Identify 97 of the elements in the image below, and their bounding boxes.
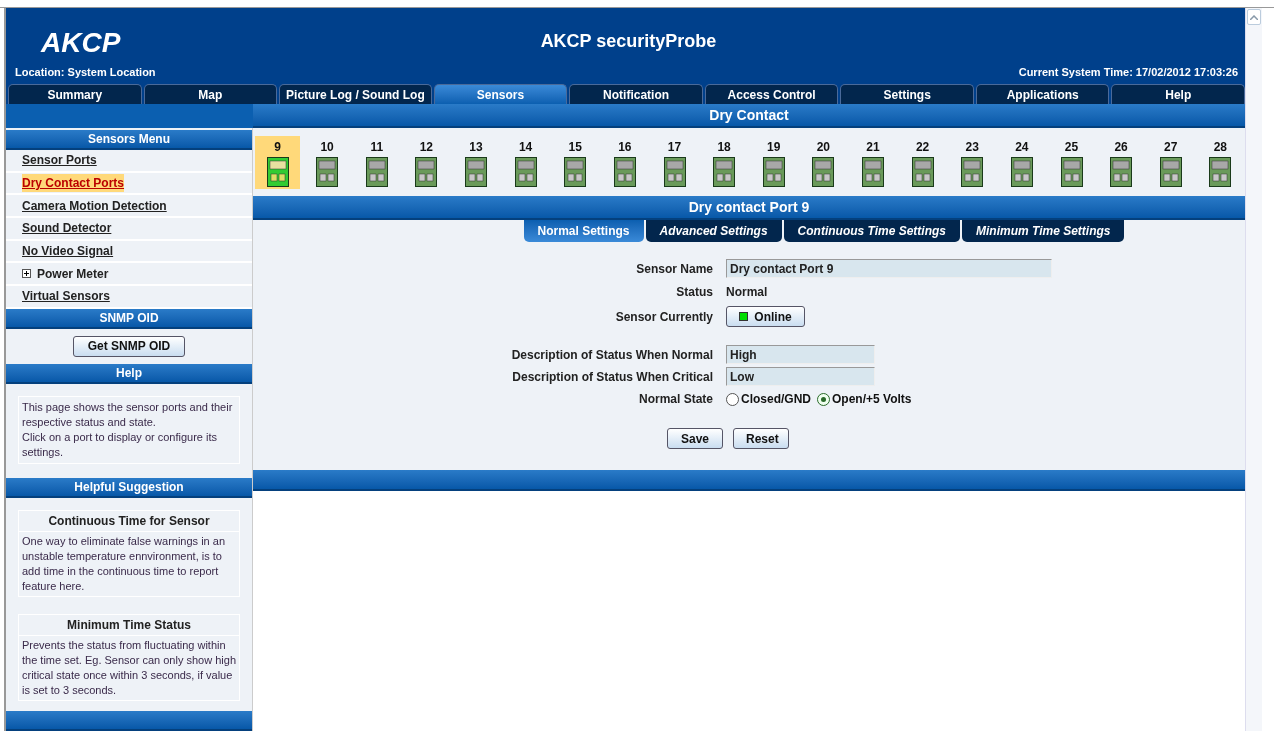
port-button[interactable]: 20 (800, 135, 846, 189)
port-icon (514, 156, 537, 187)
app-title: AKCP securityProbe (539, 30, 718, 53)
menu-link[interactable]: Sound Detector (22, 219, 112, 238)
port-icon (415, 156, 438, 187)
port-icon (1209, 156, 1232, 187)
nav-tab[interactable]: Access Control (704, 84, 839, 104)
menu-link[interactable]: Sensor Ports (22, 151, 97, 170)
port-button[interactable]: 21 (850, 135, 896, 189)
nav-tab[interactable]: Notification (569, 84, 703, 104)
port-icon (812, 156, 835, 187)
form-button[interactable]: Reset (733, 428, 789, 449)
port-button[interactable]: 19 (751, 135, 797, 189)
nav-tab[interactable]: Settings (840, 84, 974, 104)
radio-button[interactable] (817, 392, 830, 406)
port-button[interactable]: 10 (304, 135, 350, 189)
port-icon (961, 156, 984, 187)
port-icon (1159, 156, 1182, 187)
field-label: Sensor Currently (614, 308, 713, 326)
online-status-button[interactable]: Online (726, 306, 805, 327)
port-button[interactable]: 11 (354, 135, 400, 189)
port-icon (1010, 156, 1033, 187)
radio-label[interactable]: Open/+5 Volts (832, 390, 912, 408)
port-icon (1060, 156, 1083, 187)
expand-icon[interactable] (22, 269, 31, 279)
port-icon (1110, 156, 1133, 187)
menu-link[interactable]: No Video Signal (22, 242, 114, 261)
port-button[interactable]: 24 (999, 135, 1045, 189)
menu-link[interactable]: Dry Contact Ports (22, 174, 125, 193)
port-icon (911, 156, 934, 187)
port-button[interactable]: 28 (1197, 135, 1243, 189)
help-text: Click on a port to display or configure its settings. (22, 429, 219, 460)
radio-button[interactable] (726, 392, 739, 406)
port-button[interactable]: 26 (1098, 135, 1144, 189)
system-time: Current System Time: 17/02/2012 17:03:26 (1018, 65, 1238, 80)
nav-tab[interactable]: Summary (8, 84, 142, 104)
menu-item[interactable]: Power Meter (37, 264, 109, 283)
critical-description-field[interactable]: Low (726, 367, 875, 386)
sensor-name-field[interactable]: Dry contact Port 9 (726, 259, 1052, 278)
port-icon (713, 156, 736, 187)
field-label: Status (675, 284, 713, 301)
field-label: Description of Status When Critical (511, 368, 713, 386)
port-icon (465, 156, 487, 187)
port-icon (862, 156, 884, 187)
status-value: Normal (726, 284, 769, 301)
settings-tab[interactable]: Normal Settings (523, 220, 644, 242)
port-button[interactable]: 23 (949, 135, 995, 189)
logo: AKCP (41, 26, 122, 60)
port-button[interactable]: 9 (255, 135, 300, 189)
menu-link[interactable]: Virtual Sensors (22, 287, 110, 306)
field-label: Description of Status When Normal (510, 346, 713, 364)
field-label: Normal State (637, 390, 713, 408)
radio-label[interactable]: Closed/GND (741, 390, 811, 408)
scroll-up-icon[interactable] (1247, 9, 1261, 25)
settings-tab[interactable]: Minimum Time Settings (962, 220, 1125, 242)
section-header: Dry contact Port 9 (253, 196, 1245, 220)
form-button[interactable]: Save (667, 428, 723, 449)
port-button[interactable]: 14 (503, 135, 549, 189)
normal-description-field[interactable]: High (726, 345, 875, 364)
port-icon (663, 156, 686, 187)
port-button[interactable]: 12 (403, 135, 449, 189)
nav-tab[interactable]: Map (143, 84, 278, 104)
tip-text: One way to eliminate false warnings in an unstable temperature ennvironment, is to add time in the continuous time to report feature here. (21, 533, 226, 594)
port-button[interactable]: 22 (900, 135, 946, 189)
port-icon (316, 156, 339, 187)
nav-tab[interactable]: Help (1111, 84, 1246, 104)
nav-tab[interactable]: Sensors (433, 84, 568, 104)
section-header: Help (6, 363, 252, 384)
get-snmp-oid-button[interactable]: Get SNMP OID (72, 335, 186, 357)
tip-text: Prevents the status from fluctuating within the time set. Eg. Sensor can only show high critical state once within 3 seconds, if value is set to 3 seconds. (21, 637, 237, 698)
section-header: Helpful Suggestion (6, 477, 252, 498)
scrollbar[interactable] (1245, 8, 1262, 731)
port-icon (266, 156, 289, 187)
section-header: SNMP OID (6, 308, 252, 329)
port-button[interactable]: 17 (652, 135, 697, 189)
settings-tab[interactable]: Advanced Settings (645, 220, 782, 242)
port-icon (564, 156, 587, 187)
location-label: Location: System Location (15, 65, 156, 80)
tip-title: Continuous Time for Sensor (19, 510, 239, 532)
tip-title: Minimum Time Status (19, 614, 239, 636)
port-button[interactable]: 16 (602, 135, 648, 189)
port-button[interactable]: 15 (552, 135, 598, 189)
port-icon (762, 156, 785, 187)
field-label: Sensor Name (635, 260, 713, 278)
port-icon (613, 156, 636, 187)
port-icon (365, 156, 388, 187)
port-button[interactable]: 27 (1148, 135, 1194, 189)
port-button[interactable]: 13 (453, 135, 499, 189)
section-header: Dry Contact (253, 104, 1245, 128)
port-button[interactable]: 18 (701, 135, 747, 189)
settings-tab[interactable]: Continuous Time Settings (783, 220, 960, 242)
nav-tab[interactable]: Picture Log / Sound Log (279, 84, 432, 104)
port-button[interactable]: 25 (1049, 135, 1094, 189)
menu-link[interactable]: Camera Motion Detection (22, 196, 167, 215)
nav-tab[interactable]: Applications (975, 84, 1110, 104)
section-header: Sensors Menu (6, 130, 252, 150)
help-text: This page shows the sensor ports and their respective status and state. (22, 399, 234, 430)
